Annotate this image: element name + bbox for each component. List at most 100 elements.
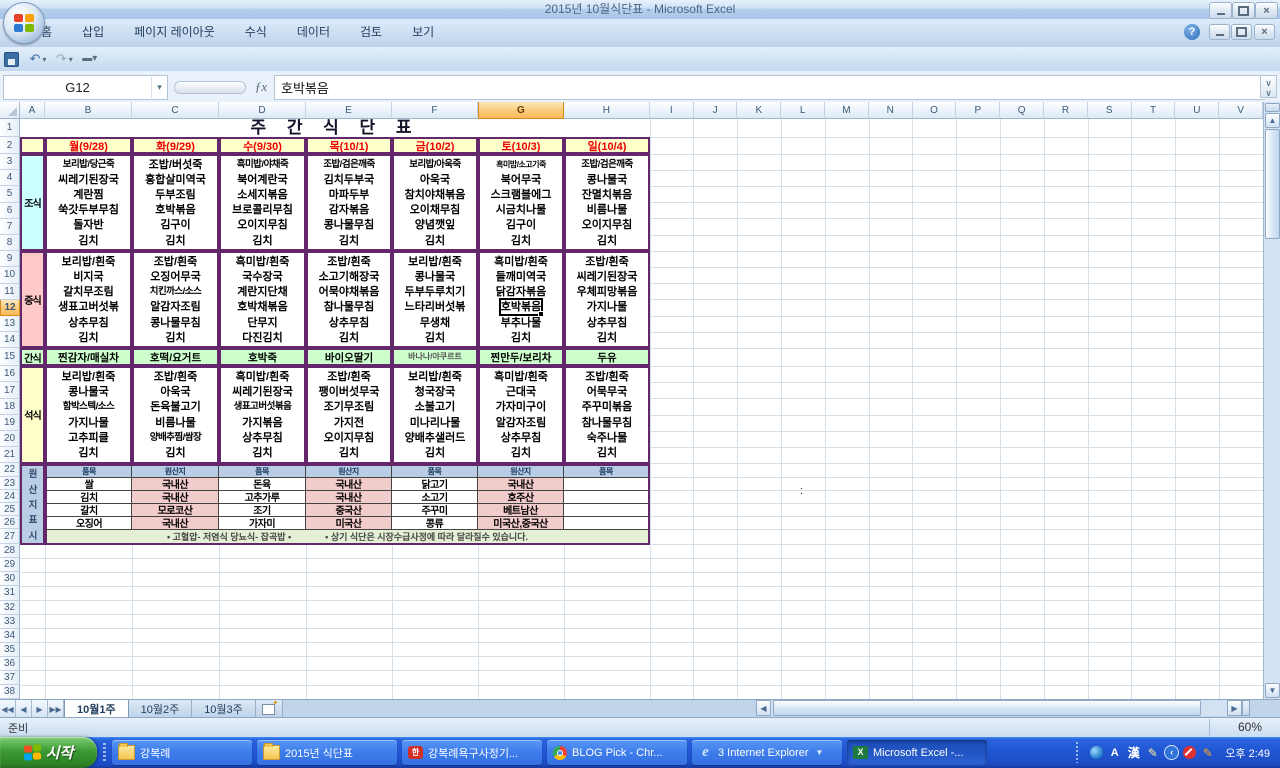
expand-formula-bar-icon[interactable]: ∨∨	[1260, 75, 1277, 98]
sheet-tab-10월3주[interactable]: 10월3주	[192, 700, 256, 718]
lunch-menu-cell[interactable]: 조밥/흰죽씨레기된장국우체피망볶음가지나물상추무침김치	[564, 251, 650, 348]
taskbar-button[interactable]: BLOG Pick - Chr...	[547, 740, 687, 765]
menu-item[interactable]: 조밥/흰죽	[154, 370, 198, 384]
menu-item[interactable]: 김치	[511, 234, 531, 248]
menu-item[interactable]: 김치	[78, 446, 98, 460]
menu-item[interactable]: 근대국	[506, 385, 536, 399]
row-header-4[interactable]: 4	[0, 170, 20, 186]
origin-item-cell[interactable]: 갈치	[47, 504, 132, 517]
menu-item[interactable]: 상추무침	[587, 316, 627, 330]
row-header-37[interactable]: 37	[0, 671, 20, 685]
menu-item[interactable]: 보리밥/흰죽	[408, 255, 462, 269]
origin-item-cell[interactable]	[564, 491, 648, 504]
menu-item[interactable]: 잔멸치볶음	[582, 188, 633, 202]
snack-cell[interactable]: 호떡/요거트	[132, 348, 219, 366]
menu-item[interactable]: 콩나물국	[415, 270, 455, 284]
breakfast-menu-cell[interactable]: 보리밥/아욱죽아욱국참치야채볶음오이채무침양념깻잎김치	[392, 154, 478, 251]
row-header-14[interactable]: 14	[0, 332, 20, 348]
row-header-28[interactable]: 28	[0, 544, 20, 558]
row-header-13[interactable]: 13	[0, 316, 20, 332]
row-header-7[interactable]: 7	[0, 219, 20, 235]
menu-item[interactable]: 김치	[78, 331, 98, 345]
taskbar-button[interactable]: 한강복례욕구사정기...	[402, 740, 542, 765]
column-header-S[interactable]: S	[1088, 102, 1132, 119]
menu-item[interactable]: 들깨미역국	[496, 270, 547, 284]
menu-item[interactable]: 흑미밥/흰죽	[494, 255, 548, 269]
column-header-P[interactable]: P	[956, 102, 1000, 119]
workbook-minimize-button[interactable]	[1209, 24, 1230, 40]
scroll-up-icon[interactable]: ▲	[1265, 113, 1280, 128]
column-header-J[interactable]: J	[694, 102, 738, 119]
menu-item[interactable]: 시금치나물	[496, 203, 547, 217]
origin-item-cell[interactable]	[564, 517, 648, 530]
menu-item[interactable]: 콩나물국	[587, 173, 627, 187]
tab-split-handle[interactable]	[1242, 700, 1250, 716]
save-icon[interactable]	[4, 52, 19, 67]
menu-item[interactable]: 상추무침	[242, 431, 282, 445]
menu-item[interactable]: 소세지볶음	[237, 188, 288, 202]
sheet-tab-10월2주[interactable]: 10월2주	[129, 700, 193, 718]
menu-item[interactable]: 계란지단채	[237, 285, 288, 299]
origin-header-cell[interactable]: 원산지	[478, 466, 564, 478]
day-header-cell[interactable]: 수(9/30)	[219, 137, 306, 154]
menu-item[interactable]: 조기무조림	[324, 400, 375, 414]
column-header-F[interactable]: F	[392, 102, 478, 119]
formula-bar-divider[interactable]	[174, 81, 246, 94]
corner-label-cell[interactable]	[20, 137, 45, 154]
row-header-21[interactable]: 21	[0, 447, 20, 463]
menu-item[interactable]: 김치	[252, 234, 272, 248]
menu-item[interactable]: 상추무침	[68, 316, 108, 330]
origin-item-cell[interactable]: 오징어	[47, 517, 132, 530]
column-header-T[interactable]: T	[1132, 102, 1176, 119]
vertical-scroll-thumb[interactable]	[1265, 129, 1280, 239]
menu-item[interactable]: 김치	[78, 234, 98, 248]
column-header-L[interactable]: L	[781, 102, 825, 119]
menu-item[interactable]: 김구이	[506, 218, 536, 232]
menu-item[interactable]: 치킨까스/소스	[150, 285, 202, 299]
ribbon-tab-검토[interactable]: 검토	[345, 19, 397, 47]
menu-item[interactable]: 가지나물	[587, 300, 627, 314]
menu-item[interactable]: 비지국	[73, 270, 103, 284]
help-icon[interactable]: ?	[1184, 24, 1200, 40]
menu-item[interactable]: 조밥/검은깨죽	[581, 158, 633, 172]
menu-item[interactable]: 김치	[252, 446, 272, 460]
menu-item[interactable]: 비름나물	[587, 203, 627, 217]
row-header-2[interactable]: 2	[0, 137, 20, 154]
ribbon-tab-데이터[interactable]: 데이터	[282, 19, 345, 47]
menu-item[interactable]: 쑥갓두부무침	[58, 203, 119, 217]
menu-item[interactable]: 숙주나물	[587, 431, 627, 445]
menu-item[interactable]: 조밥/흰죽	[585, 370, 629, 384]
menu-item[interactable]: 참치야채볶음	[405, 188, 466, 202]
menu-item[interactable]: 닭감자볶음	[496, 285, 547, 299]
menu-item[interactable]: 오징어무국	[150, 270, 201, 284]
dinner-menu-cell[interactable]: 흑미밥/흰죽근대국가자미구이알감자조림상추무침김치	[478, 366, 564, 463]
menu-item[interactable]: 어묵무국	[587, 385, 627, 399]
row-header-27[interactable]: 27	[0, 529, 20, 544]
menu-item[interactable]: 생표고버섯볶	[58, 300, 119, 314]
origin-item-cell[interactable]: 돈육	[219, 478, 306, 491]
origin-item-cell[interactable]: 쌀	[47, 478, 132, 491]
origin-header-cell[interactable]: 품목	[219, 466, 306, 478]
dinner-menu-cell[interactable]: 조밥/흰죽팽이버섯무국조기무조림가지전오이지무침김치	[306, 366, 392, 463]
dinner-menu-cell[interactable]: 보리밥/흰죽콩나물국함박스텍/소스가지나물고추피클김치	[45, 366, 132, 463]
menu-item[interactable]: 김치	[425, 234, 445, 248]
day-header-cell[interactable]: 월(9/28)	[45, 137, 132, 154]
ribbon-tab-수식[interactable]: 수식	[230, 19, 282, 47]
column-header-H[interactable]: H	[564, 102, 650, 119]
origin-value-cell[interactable]: 국내산	[132, 491, 219, 504]
breakfast-menu-cell[interactable]: 조밥/검은깨죽김치두부국마파두부감자볶음콩나물무침김치	[306, 154, 392, 251]
origin-value-cell[interactable]: 베트남산	[478, 504, 564, 517]
menu-item[interactable]: 참나물무침	[324, 300, 375, 314]
lunch-menu-cell[interactable]: 흑미밥/흰죽들깨미역국닭감자볶음호박볶음부추나물김치	[478, 251, 564, 348]
menu-item[interactable]: 가자미구이	[496, 400, 547, 414]
column-header-O[interactable]: O	[913, 102, 957, 119]
menu-item[interactable]: 상추무침	[501, 431, 541, 445]
menu-item[interactable]: 조밥/흰죽	[154, 255, 198, 269]
menu-item[interactable]: 느타리버섯볶	[405, 300, 466, 314]
menu-item[interactable]: 갈치무조림	[63, 285, 114, 299]
menu-item[interactable]: 김치	[597, 446, 617, 460]
row-header-23[interactable]: 23	[0, 477, 20, 490]
origin-item-cell[interactable]: 가자미	[219, 517, 306, 530]
menu-item[interactable]: 가지볶음	[242, 416, 282, 430]
origin-item-cell[interactable]: 소고기	[392, 491, 478, 504]
